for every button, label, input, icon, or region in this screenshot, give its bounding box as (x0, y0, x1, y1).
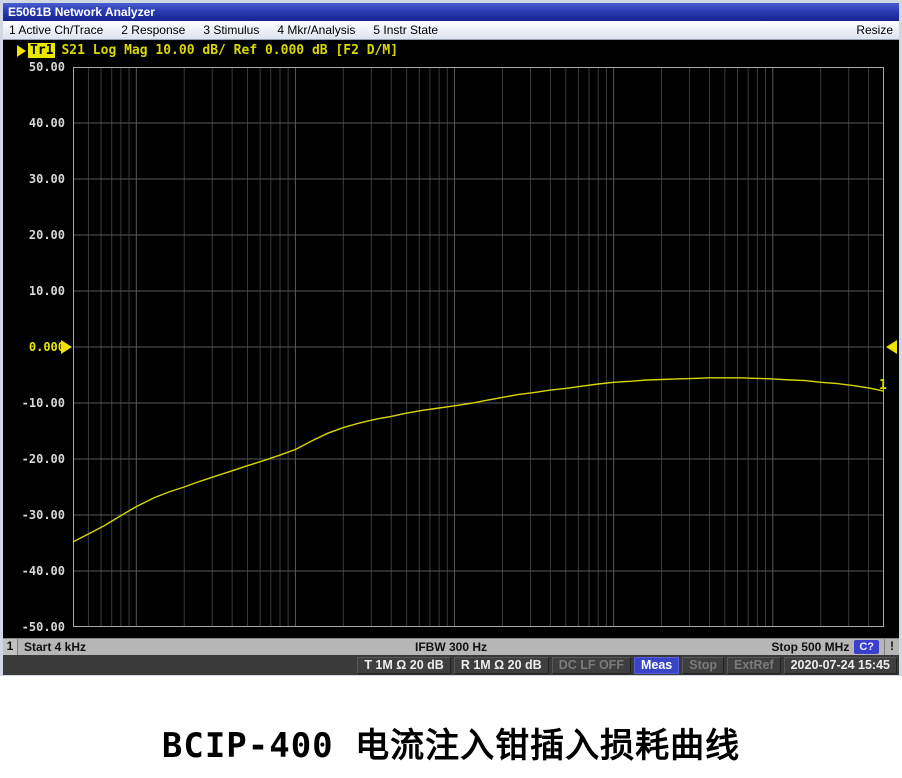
trace1-chip[interactable]: Tr1 (28, 43, 55, 58)
ref-level-marker-left-icon (61, 340, 72, 354)
channel-status-bar: 1 Start 4 kHz IFBW 300 Hz Stop 500 MHz C… (3, 638, 899, 655)
menu-resize[interactable]: Resize (856, 23, 893, 37)
menu-item-4[interactable]: 4 Mkr/Analysis (277, 23, 355, 37)
trace-number-label: 1 (879, 378, 887, 393)
active-trace-arrow-icon (17, 45, 26, 57)
ref-level-marker-right-icon (886, 340, 897, 354)
window-title: E5061B Network Analyzer (8, 5, 155, 19)
channel-bar-right: Stop 500 MHz C? ! (771, 639, 899, 655)
trace-curve (73, 378, 884, 542)
start-frequency-label: Start 4 kHz (24, 640, 86, 654)
y-axis-label: -50.00 (5, 619, 65, 635)
status-segment: Meas (634, 657, 679, 674)
menu-item-2[interactable]: 2 Response (121, 23, 185, 37)
status-segment: DC LF OFF (552, 657, 631, 674)
y-axis-label: 0.000 (5, 339, 65, 355)
menubar: 1 Active Ch/Trace 2 Response 3 Stimulus 4 M… (3, 21, 899, 40)
y-axis-label: -20.00 (5, 451, 65, 467)
menu-item-1[interactable]: 1 Active Ch/Trace (9, 23, 103, 37)
channel-number: 1 (3, 639, 18, 655)
analyzer-screen: Tr1 S21 Log Mag 10.00 dB/ Ref 0.000 dB [… (3, 40, 899, 638)
ifbw-label: IFBW 300 Hz (415, 640, 487, 654)
titlebar[interactable]: E5061B Network Analyzer (3, 3, 899, 21)
stop-frequency-label: Stop 500 MHz (771, 640, 849, 654)
y-axis-label: 10.00 (5, 283, 65, 299)
y-axis-label: 30.00 (5, 171, 65, 187)
status-segment: ExtRef (727, 657, 781, 674)
continuous-sweep-badge[interactable]: C? (854, 640, 879, 654)
trace-status-bar: Tr1 S21 Log Mag 10.00 dB/ Ref 0.000 dB [… (17, 43, 398, 58)
status-segment: Stop (682, 657, 724, 674)
y-axis-label: -30.00 (5, 507, 65, 523)
y-axis-label: -10.00 (5, 395, 65, 411)
status-segment: 2020-07-24 15:45 (784, 657, 897, 674)
menu-item-3[interactable]: 3 Stimulus (203, 23, 259, 37)
trace1-settings: S21 Log Mag 10.00 dB/ Ref 0.000 dB [F2 D… (61, 43, 398, 58)
status-segment: T 1M Ω 20 dB (357, 657, 450, 674)
status-segment: R 1M Ω 20 dB (454, 657, 549, 674)
menu-item-5[interactable]: 5 Instr State (373, 23, 438, 37)
page: E5061B Network Analyzer 1 Active Ch/Trac… (0, 0, 902, 778)
y-axis-label: -40.00 (5, 563, 65, 579)
figure-caption: BCIP-400 电流注入钳插入损耗曲线 (0, 676, 902, 767)
analyzer-window: E5061B Network Analyzer 1 Active Ch/Trac… (0, 0, 902, 676)
menu-items: 1 Active Ch/Trace 2 Response 3 Stimulus 4 M… (9, 23, 438, 37)
alert-indicator: ! (884, 639, 899, 655)
y-axis-label: 50.00 (5, 59, 65, 75)
y-axis-label: 40.00 (5, 115, 65, 131)
graticule-plot (73, 67, 884, 627)
instrument-status-bar: T 1M Ω 20 dBR 1M Ω 20 dBDC LF OFFMeasSto… (3, 655, 899, 675)
y-axis-label: 20.00 (5, 227, 65, 243)
